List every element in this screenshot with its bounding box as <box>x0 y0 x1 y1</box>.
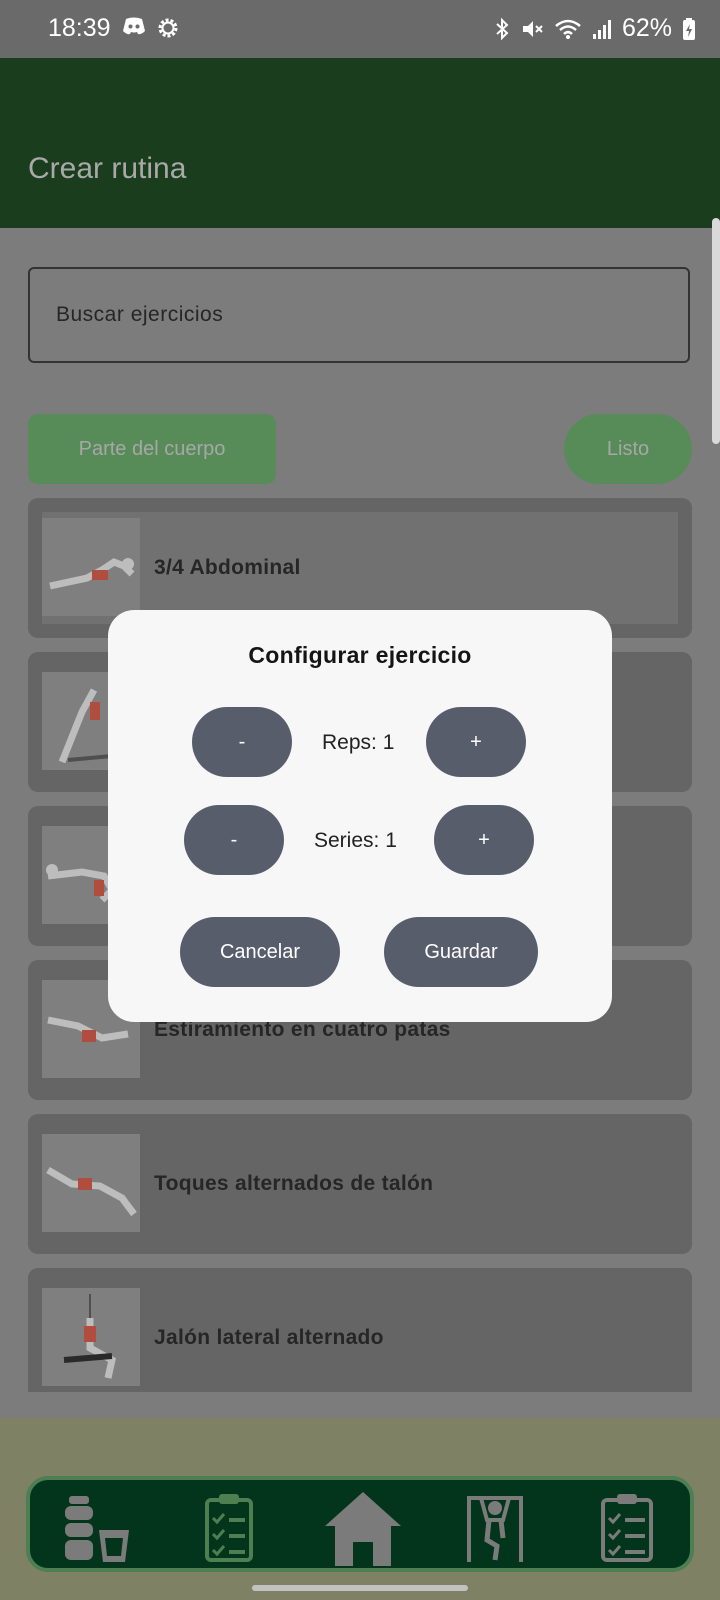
reps-value: Reps: 1 <box>322 731 395 754</box>
save-button[interactable]: Guardar <box>384 917 538 987</box>
bluetooth-icon <box>496 17 509 40</box>
status-time: 18:39 <box>48 14 111 42</box>
reps-decrement-button[interactable]: - <box>192 707 292 777</box>
series-increment-button[interactable]: + <box>434 805 534 875</box>
nav-routines[interactable] <box>184 1488 274 1568</box>
body-part-button[interactable]: Parte del cuerpo <box>28 414 276 484</box>
body-part-label: Parte del cuerpo <box>78 437 226 460</box>
minus-label: - <box>238 730 246 753</box>
mute-icon <box>522 20 543 37</box>
home-icon <box>325 1492 401 1566</box>
nav-nutrition[interactable] <box>52 1488 142 1568</box>
nav-exercises[interactable] <box>450 1488 540 1568</box>
scrollbar[interactable] <box>712 218 720 444</box>
search-placeholder: Buscar ejercicios <box>56 303 224 326</box>
exercise-thumbnail <box>42 1288 140 1386</box>
app-bar: Crear rutina <box>0 58 720 228</box>
nav-home[interactable] <box>318 1488 408 1568</box>
battery-percent: 62% <box>621 14 672 42</box>
home-indicator[interactable] <box>252 1585 468 1591</box>
dialog-title: Configurar ejercicio <box>248 642 472 668</box>
exercise-card[interactable]: Jalón lateral alternado <box>28 1268 692 1392</box>
done-label: Listo <box>606 437 650 460</box>
settings-gear-icon <box>158 18 178 38</box>
configure-exercise-dialog: Configurar ejercicio - Reps: 1 + - Serie… <box>108 610 612 1022</box>
series-value: Series: 1 <box>314 829 397 852</box>
signal-icon <box>592 19 611 39</box>
reps-increment-button[interactable]: + <box>426 707 526 777</box>
done-button[interactable]: Listo <box>564 414 692 484</box>
bottom-nav <box>26 1476 694 1572</box>
clipboard-icon <box>601 1494 653 1562</box>
exercise-name: Jalón lateral alternado <box>154 1326 384 1349</box>
exercise-thumbnail <box>42 1134 140 1232</box>
status-bar: 18:39 62% <box>0 0 720 58</box>
exercise-card[interactable]: Toques alternados de talón <box>28 1114 692 1254</box>
plus-label: + <box>470 730 482 753</box>
series-decrement-button[interactable]: - <box>184 805 284 875</box>
search-input[interactable]: Buscar ejercicios <box>28 267 690 363</box>
nutrition-icon <box>65 1496 129 1562</box>
discord-icon <box>123 17 145 35</box>
page-title: Crear rutina <box>28 152 187 185</box>
wifi-icon <box>555 19 581 39</box>
plus-label: + <box>478 828 490 851</box>
exercise-name: 3/4 Abdominal <box>154 556 301 579</box>
pullup-icon <box>467 1496 523 1562</box>
minus-label: - <box>230 828 238 851</box>
nav-reports[interactable] <box>582 1488 672 1568</box>
cancel-button[interactable]: Cancelar <box>180 917 340 987</box>
cancel-label: Cancelar <box>219 940 301 963</box>
exercise-name: Toques alternados de talón <box>154 1172 434 1195</box>
battery-icon <box>683 17 695 40</box>
exercise-thumbnail <box>42 518 140 616</box>
checklist-icon <box>205 1494 253 1562</box>
save-label: Guardar <box>424 940 498 963</box>
